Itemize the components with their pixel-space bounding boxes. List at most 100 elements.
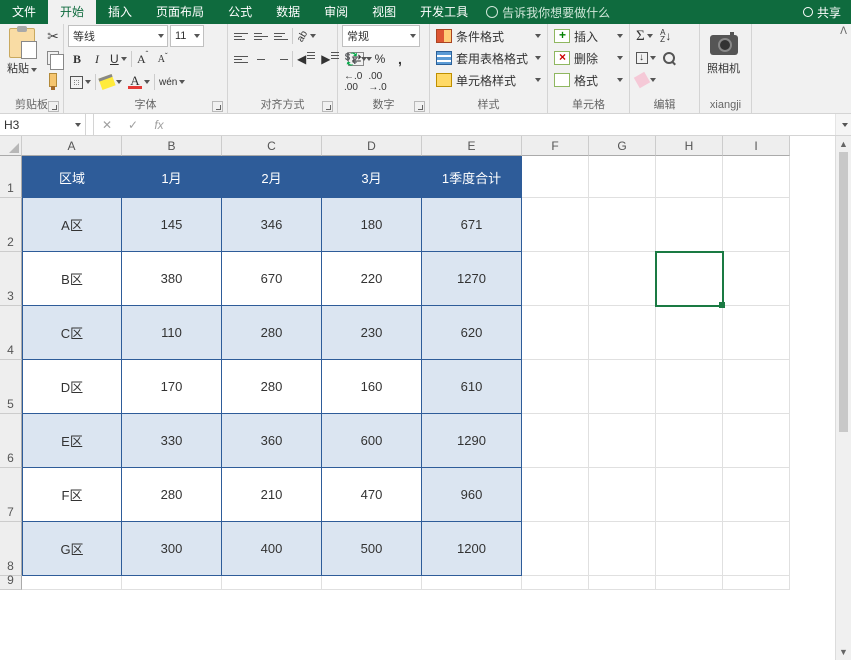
- paste-button[interactable]: 粘贴: [4, 26, 40, 78]
- align-left-button[interactable]: [232, 49, 250, 69]
- phonetic-button[interactable]: wén: [157, 72, 187, 92]
- cell[interactable]: [589, 522, 656, 576]
- cell[interactable]: [522, 414, 589, 468]
- cell[interactable]: [656, 360, 723, 414]
- cell[interactable]: [723, 414, 790, 468]
- cell[interactable]: 300: [122, 522, 222, 576]
- cell[interactable]: [723, 360, 790, 414]
- cell[interactable]: 960: [422, 468, 522, 522]
- cell[interactable]: [522, 576, 589, 590]
- cell[interactable]: [656, 522, 723, 576]
- alignment-dialog-launcher[interactable]: [322, 101, 333, 112]
- cell[interactable]: [522, 306, 589, 360]
- column-header-G[interactable]: G: [589, 136, 656, 156]
- cell[interactable]: 380: [122, 252, 222, 306]
- cell[interactable]: [122, 576, 222, 590]
- row-header-3[interactable]: 3: [0, 252, 22, 306]
- cell[interactable]: 280: [222, 360, 322, 414]
- cell[interactable]: 1290: [422, 414, 522, 468]
- row-header-5[interactable]: 5: [0, 360, 22, 414]
- cell[interactable]: [656, 198, 723, 252]
- name-box[interactable]: H3: [0, 114, 86, 135]
- align-bottom-button[interactable]: [272, 26, 290, 46]
- cell[interactable]: 500: [322, 522, 422, 576]
- tell-me-search[interactable]: 告诉我你想要做什么: [480, 4, 793, 21]
- cell[interactable]: 2月: [222, 156, 322, 198]
- cell[interactable]: [656, 156, 723, 198]
- cell[interactable]: 1月: [122, 156, 222, 198]
- cell[interactable]: [522, 468, 589, 522]
- cell[interactable]: [723, 252, 790, 306]
- cell[interactable]: 671: [422, 198, 522, 252]
- border-button[interactable]: [68, 72, 93, 92]
- cell[interactable]: [222, 576, 322, 590]
- cell[interactable]: 145: [122, 198, 222, 252]
- cell[interactable]: 170: [122, 360, 222, 414]
- cell[interactable]: [656, 576, 723, 590]
- cell[interactable]: 110: [122, 306, 222, 360]
- tab-formulas[interactable]: 公式: [216, 0, 264, 24]
- cell[interactable]: [522, 252, 589, 306]
- row-header-8[interactable]: 8: [0, 522, 22, 576]
- tab-insert[interactable]: 插入: [96, 0, 144, 24]
- cell[interactable]: [522, 360, 589, 414]
- grow-font-button[interactable]: Aˆ: [134, 49, 152, 69]
- clear-button[interactable]: [634, 70, 658, 90]
- cell[interactable]: 470: [322, 468, 422, 522]
- underline-button[interactable]: U: [108, 49, 129, 69]
- align-center-button[interactable]: [252, 49, 270, 69]
- cell[interactable]: [589, 198, 656, 252]
- cell-styles-button[interactable]: 单元格样式: [434, 70, 543, 90]
- cell[interactable]: B区: [22, 252, 122, 306]
- cell[interactable]: [723, 306, 790, 360]
- select-all-corner[interactable]: [0, 136, 22, 156]
- percent-button[interactable]: %: [371, 49, 389, 69]
- tab-developer[interactable]: 开发工具: [408, 0, 480, 24]
- tab-review[interactable]: 审阅: [312, 0, 360, 24]
- cancel-formula-button[interactable]: ✕: [94, 114, 120, 135]
- column-header-H[interactable]: H: [656, 136, 723, 156]
- cell[interactable]: [322, 576, 422, 590]
- format-painter-button[interactable]: [44, 70, 62, 90]
- cell[interactable]: [589, 414, 656, 468]
- cell[interactable]: [723, 522, 790, 576]
- cut-button[interactable]: ✂: [44, 26, 62, 46]
- align-right-button[interactable]: [272, 49, 290, 69]
- cell[interactable]: [522, 522, 589, 576]
- cell[interactable]: [656, 468, 723, 522]
- cell[interactable]: 1200: [422, 522, 522, 576]
- cell[interactable]: 区域: [22, 156, 122, 198]
- column-header-E[interactable]: E: [422, 136, 522, 156]
- number-format-select[interactable]: 常规: [342, 25, 420, 47]
- cell[interactable]: 280: [222, 306, 322, 360]
- tab-file[interactable]: 文件: [0, 0, 48, 24]
- collapse-ribbon-button[interactable]: ᐱ: [840, 26, 847, 37]
- row-header-9[interactable]: 9: [0, 576, 22, 590]
- autosum-button[interactable]: Σ: [634, 26, 655, 46]
- cell[interactable]: [589, 468, 656, 522]
- find-select-button[interactable]: [660, 48, 678, 68]
- cell[interactable]: 160: [322, 360, 422, 414]
- scroll-up-button[interactable]: ▲: [836, 136, 851, 152]
- align-top-button[interactable]: [232, 26, 250, 46]
- cell[interactable]: 610: [422, 360, 522, 414]
- cell[interactable]: [723, 156, 790, 198]
- conditional-format-button[interactable]: 条件格式: [434, 26, 543, 46]
- enter-formula-button[interactable]: ✓: [120, 114, 146, 135]
- column-header-D[interactable]: D: [322, 136, 422, 156]
- column-header-A[interactable]: A: [22, 136, 122, 156]
- cell[interactable]: D区: [22, 360, 122, 414]
- cell[interactable]: 210: [222, 468, 322, 522]
- scroll-thumb[interactable]: [839, 152, 848, 432]
- cell[interactable]: C区: [22, 306, 122, 360]
- accounting-format-button[interactable]: 💱: [342, 49, 369, 69]
- increase-decimal-button[interactable]: ←.0.00: [342, 72, 364, 92]
- cell[interactable]: G区: [22, 522, 122, 576]
- cell[interactable]: 1季度合计: [422, 156, 522, 198]
- bold-button[interactable]: B: [68, 49, 86, 69]
- cell[interactable]: 346: [222, 198, 322, 252]
- cell[interactable]: [656, 252, 723, 306]
- cell[interactable]: [522, 156, 589, 198]
- column-header-C[interactable]: C: [222, 136, 322, 156]
- cell[interactable]: [589, 252, 656, 306]
